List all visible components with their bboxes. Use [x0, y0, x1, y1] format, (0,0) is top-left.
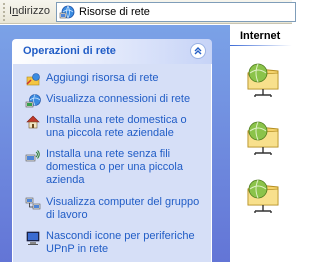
network-tasks-body: Aggiungi risorsa di rete Visualizza conn…: [12, 64, 212, 262]
home-network-icon: [26, 115, 40, 129]
network-tasks-header[interactable]: Operazioni di rete: [12, 39, 212, 64]
network-tasks-box: Operazioni di rete Aggiungi risorsa di r…: [12, 39, 212, 262]
collapse-button[interactable]: [190, 43, 206, 59]
network-connections-icon: [25, 94, 41, 108]
double-chevron-up-icon: [194, 47, 202, 55]
task-label: Installa una rete domestica o una piccol…: [46, 114, 187, 139]
network-folder-icon[interactable]: [244, 59, 284, 99]
network-folder-icon[interactable]: [244, 117, 284, 157]
address-label: Indirizzo: [9, 5, 50, 17]
task-label: Visualizza computer del gruppo di lavoro: [46, 196, 200, 221]
task-label: Nascondi icone per periferiche UPnP in r…: [46, 230, 195, 255]
add-network-place-icon: [26, 73, 40, 86]
toolbar-grip[interactable]: [3, 3, 5, 21]
content-pane: Internet: [230, 25, 292, 262]
task-label: Installa una rete senza fili domestica o…: [46, 148, 183, 186]
wireless-network-icon: [25, 150, 40, 162]
task-label: Aggiungi risorsa di rete: [46, 72, 159, 84]
address-location: Risorse di rete: [79, 6, 150, 18]
task-pane: Operazioni di rete Aggiungi risorsa di r…: [0, 25, 230, 262]
address-bar: Indirizzo Risorse di rete: [0, 0, 296, 24]
upnp-device-icon: [26, 231, 40, 245]
task-label: Visualizza connessioni di rete: [46, 93, 191, 105]
network-places-icon: [59, 5, 75, 19]
group-divider: [230, 45, 292, 46]
address-field[interactable]: Risorse di rete: [56, 2, 296, 22]
workgroup-computers-icon: [25, 197, 41, 210]
network-tasks-title: Operazioni di rete: [23, 45, 116, 57]
group-heading-internet: Internet: [240, 30, 281, 42]
network-folder-icon[interactable]: [244, 175, 284, 215]
